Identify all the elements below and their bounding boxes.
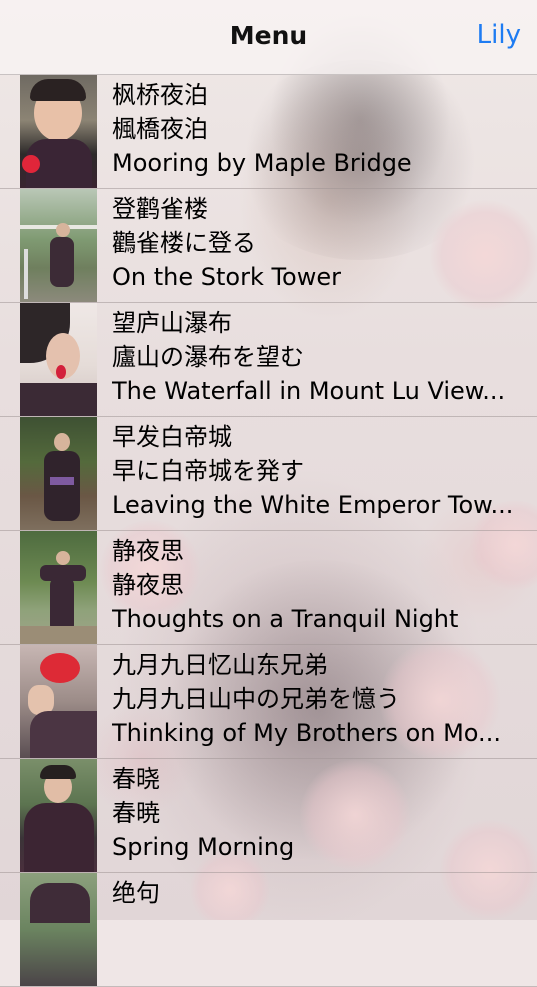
navigation-bar: Menu Lily xyxy=(0,0,537,75)
poem-title-chinese: 登鹳雀楼 xyxy=(112,195,208,223)
list-item[interactable]: 春晓 春暁 Spring Morning xyxy=(0,759,537,873)
poem-title-english: Leaving the White Emperor Tow... xyxy=(112,491,514,519)
list-item[interactable]: 静夜思 静夜思 Thoughts on a Tranquil Night xyxy=(0,531,537,645)
poem-title-japanese xyxy=(112,910,533,944)
poem-title-english: On the Stork Tower xyxy=(112,263,341,291)
list-item[interactable]: 登鹳雀楼 鸛雀楼に登る On the Stork Tower xyxy=(0,189,537,303)
poem-title-chinese: 枫桥夜泊 xyxy=(112,81,208,109)
thumbnail-image xyxy=(20,303,97,416)
lily-button[interactable]: Lily xyxy=(477,20,521,50)
list-item[interactable]: 九月九日忆山东兄弟 九月九日山中の兄弟を憶う Thinking of My Br… xyxy=(0,645,537,759)
poem-title-chinese: 绝句 xyxy=(112,879,160,907)
poem-title-chinese: 春晓 xyxy=(112,765,160,793)
poem-title-japanese: 鸛雀楼に登る xyxy=(112,229,256,257)
poem-title-japanese: 廬山の瀑布を望む xyxy=(112,343,304,371)
list-item[interactable]: 绝句 xyxy=(0,873,537,987)
poem-title-japanese: 九月九日山中の兄弟を憶う xyxy=(112,685,400,713)
poem-title-japanese: 静夜思 xyxy=(112,571,184,599)
poem-title-english: Mooring by Maple Bridge xyxy=(112,149,412,177)
thumbnail-image xyxy=(20,417,97,530)
thumbnail-image xyxy=(20,75,97,188)
nav-title: Menu xyxy=(229,21,308,50)
list-item[interactable]: 望庐山瀑布 廬山の瀑布を望む The Waterfall in Mount Lu… xyxy=(0,303,537,417)
poem-title-japanese: 楓橋夜泊 xyxy=(112,115,208,143)
poem-title-japanese: 春暁 xyxy=(112,799,160,827)
poem-title-chinese: 九月九日忆山东兄弟 xyxy=(112,651,328,679)
poem-title-english: The Waterfall in Mount Lu View... xyxy=(112,377,506,405)
thumbnail-image xyxy=(20,189,97,302)
poem-title-english xyxy=(112,944,533,978)
poem-title-japanese: 早に白帝城を発す xyxy=(112,457,304,485)
poem-title-chinese: 静夜思 xyxy=(112,537,184,565)
poem-title-english: Thinking of My Brothers on Mo... xyxy=(112,719,501,747)
list-item[interactable]: 枫桥夜泊 楓橋夜泊 Mooring by Maple Bridge xyxy=(0,75,537,189)
poem-title-chinese: 望庐山瀑布 xyxy=(112,309,232,337)
thumbnail-image xyxy=(20,645,97,758)
poem-list: 枫桥夜泊 楓橋夜泊 Mooring by Maple Bridge 登鹳雀楼 鸛… xyxy=(0,75,537,987)
thumbnail-image xyxy=(20,531,97,644)
poem-title-english: Spring Morning xyxy=(112,833,295,861)
list-item[interactable]: 早发白帝城 早に白帝城を発す Leaving the White Emperor… xyxy=(0,417,537,531)
poem-title-chinese: 早发白帝城 xyxy=(112,423,232,451)
poem-title-english: Thoughts on a Tranquil Night xyxy=(112,605,459,633)
thumbnail-image xyxy=(20,759,97,872)
thumbnail-image xyxy=(20,873,97,986)
